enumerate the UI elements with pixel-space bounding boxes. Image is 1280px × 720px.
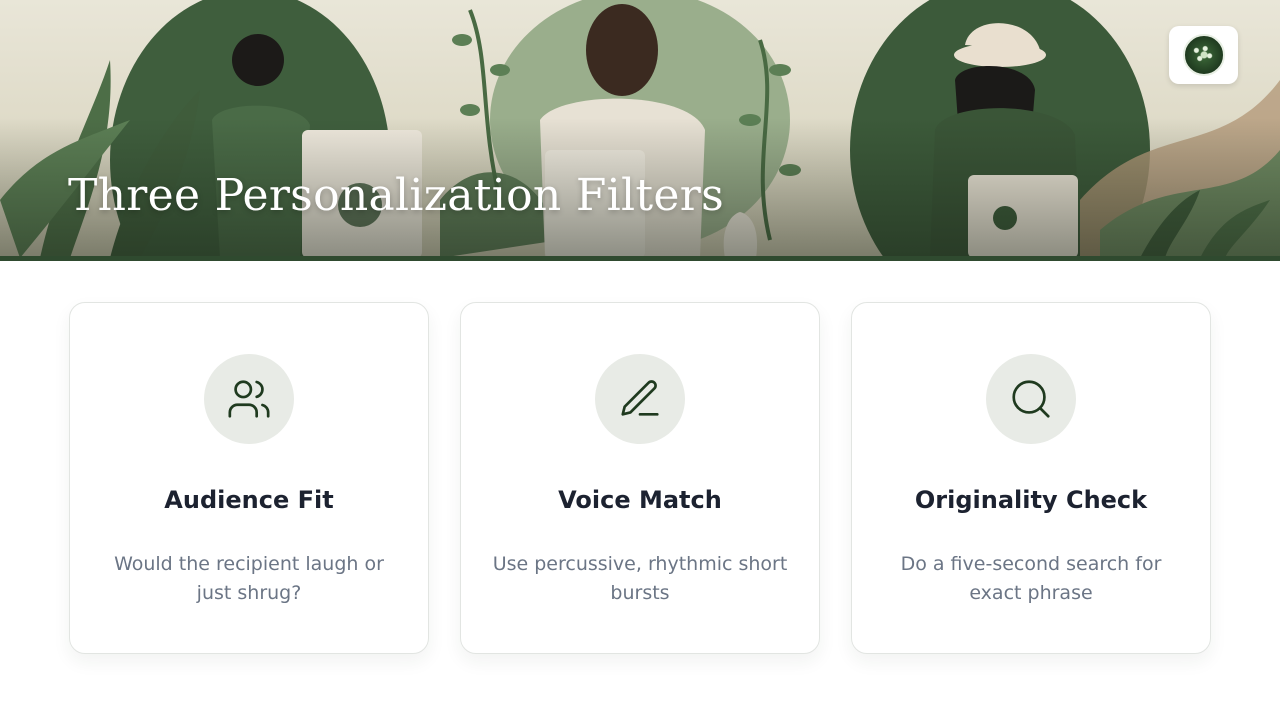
pen-icon bbox=[621, 380, 659, 416]
card-icon-container bbox=[986, 354, 1076, 444]
card-description: Would the recipient laugh or just shrug? bbox=[114, 553, 384, 604]
card-title: Audience Fit bbox=[164, 486, 334, 514]
card-title: Voice Match bbox=[558, 486, 722, 514]
search-icon bbox=[1012, 380, 1050, 418]
card-audience-fit: Audience Fit Would the recipient laugh o… bbox=[69, 302, 429, 654]
card-voice-match: Voice Match Use percussive, rhythmic sho… bbox=[460, 302, 820, 654]
card-icon-container bbox=[204, 354, 294, 444]
card-description: Use percussive, rhythmic short bursts bbox=[492, 553, 788, 604]
filter-cards: Audience Fit Would the recipient laugh o… bbox=[0, 0, 1280, 720]
card-description: Do a five-second search for exact phrase bbox=[900, 553, 1162, 604]
card-title: Originality Check bbox=[914, 486, 1148, 514]
users-icon bbox=[228, 380, 270, 418]
card-originality-check: Originality Check Do a five-second searc… bbox=[851, 302, 1211, 654]
card-icon-container bbox=[595, 354, 685, 444]
